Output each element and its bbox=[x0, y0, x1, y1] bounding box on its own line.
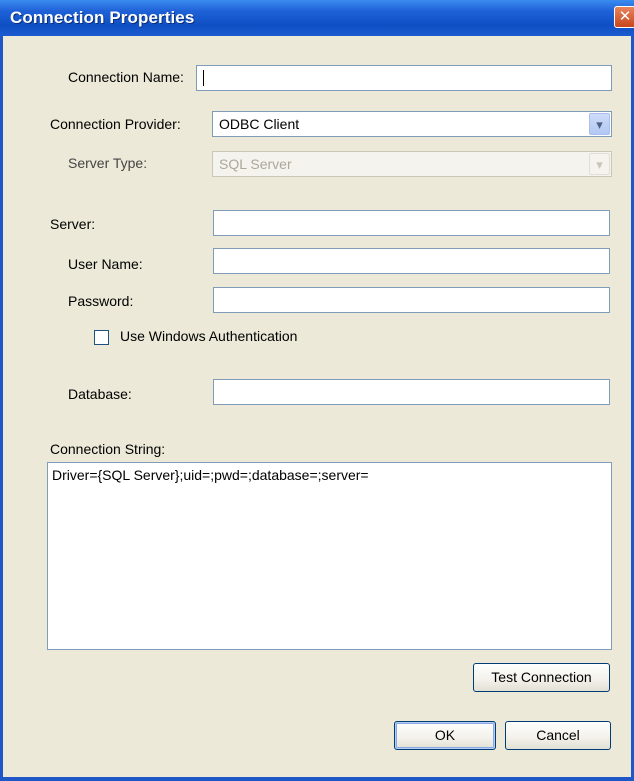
password-input[interactable] bbox=[213, 287, 610, 313]
server-input[interactable] bbox=[213, 210, 610, 236]
server-type-select[interactable]: SQL Server ▾ bbox=[212, 151, 612, 177]
chevron-down-icon[interactable]: ▾ bbox=[589, 153, 610, 175]
connection-properties-dialog: Connection Properties ✕ Connection Name:… bbox=[0, 0, 634, 781]
connection-name-label: Connection Name: bbox=[68, 69, 184, 85]
database-input[interactable] bbox=[213, 379, 610, 405]
database-label: Database: bbox=[68, 386, 132, 402]
server-type-value: SQL Server bbox=[219, 156, 292, 172]
connection-name-input[interactable] bbox=[196, 65, 612, 91]
password-label: Password: bbox=[68, 293, 134, 309]
server-type-label: Server Type: bbox=[68, 155, 148, 171]
test-connection-button[interactable]: Test Connection bbox=[473, 663, 610, 692]
windows-auth-checkbox[interactable] bbox=[94, 330, 109, 345]
connection-string-label: Connection String: bbox=[50, 441, 166, 457]
title-bar[interactable]: Connection Properties ✕ bbox=[0, 0, 634, 36]
windows-auth-label[interactable]: Use Windows Authentication bbox=[120, 328, 297, 344]
connection-provider-select[interactable]: ODBC Client ▾ bbox=[212, 111, 612, 137]
server-label: Server: bbox=[50, 216, 96, 232]
close-icon[interactable]: ✕ bbox=[614, 6, 634, 28]
connection-string-textarea[interactable]: Driver={SQL Server};uid=;pwd=;database=;… bbox=[47, 462, 612, 650]
connection-provider-label: Connection Provider: bbox=[50, 116, 181, 132]
user-name-label: User Name: bbox=[68, 256, 143, 272]
connection-string-value: Driver={SQL Server};uid=;pwd=;database=;… bbox=[52, 467, 369, 483]
dialog-title: Connection Properties bbox=[10, 8, 195, 27]
chevron-down-icon[interactable]: ▾ bbox=[589, 113, 610, 135]
user-name-input[interactable] bbox=[213, 248, 610, 274]
cancel-button[interactable]: Cancel bbox=[505, 721, 611, 750]
ok-button[interactable]: OK bbox=[394, 721, 496, 750]
text-caret bbox=[203, 70, 204, 86]
connection-provider-value: ODBC Client bbox=[219, 116, 300, 132]
